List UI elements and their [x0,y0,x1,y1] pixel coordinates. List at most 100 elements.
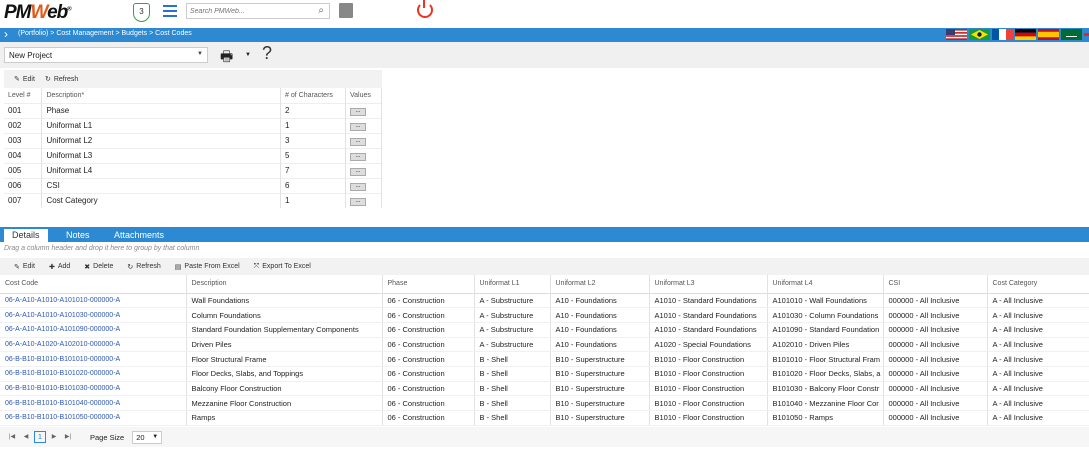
values-button[interactable]: ... [349,198,366,207]
breadcrumb[interactable]: (Portfolio) > Cost Management > Budgets … [18,30,192,37]
level-char-count[interactable]: 7 [280,162,346,178]
refresh-button[interactable]: ↻ Refresh [45,74,78,84]
germany-flag-icon[interactable] [1015,29,1036,40]
level-number[interactable]: 005 [4,162,43,178]
us-flag-icon[interactable] [946,29,967,40]
level-row[interactable]: 005 Uniformat L4 7... [4,162,383,178]
cost-code-link[interactable]: 06-B-B10-B1010-B101010-000000-A [0,351,187,367]
refresh-button[interactable]: ↻ Refresh [127,261,160,272]
level-char-count[interactable]: 1 [280,117,346,133]
group-by-hint[interactable]: Drag a column header and drop it here to… [4,245,199,252]
chevron-down-icon[interactable]: ▼ [245,52,251,58]
menu-icon[interactable] [163,5,177,20]
column-header[interactable]: Uniformat L1 [474,275,551,294]
printer-icon[interactable]: 🖶 [220,46,233,70]
column-header[interactable]: # of Characters [280,88,346,103]
power-icon[interactable] [417,0,433,18]
column-header[interactable]: Values [345,88,383,103]
help-icon[interactable]: ? [262,43,272,64]
brazil-flag-icon[interactable] [969,29,990,40]
first-page-icon[interactable]: |◀ [6,431,18,443]
table-row[interactable]: 06-A-A10-A1010-A101010-000000-A Wall Foun… [0,293,1089,309]
level-char-count[interactable]: 6 [280,177,346,193]
level-char-count[interactable]: 5 [280,147,346,163]
project-select[interactable]: New Project ▼ [4,47,208,63]
table-row[interactable]: 06-B-B10-B1010-B101030-000000-A Balcony F… [0,381,1089,397]
tab-details[interactable]: Details [4,229,48,242]
level-row[interactable]: 002 Uniformat L1 1... [4,117,383,133]
column-header[interactable]: Description [186,275,383,294]
column-header[interactable]: Uniformat L4 [767,275,884,294]
values-button[interactable]: ... [349,168,366,176]
level-row[interactable]: 004 Uniformat L3 5... [4,147,383,163]
level-description[interactable]: Uniformat L4 [41,162,282,178]
level-row[interactable]: 006 CSI 6... [4,177,383,193]
cost-code-link[interactable]: 06-B-B10-B1010-B101020-000000-A [0,366,187,382]
values-button[interactable]: ... [349,138,366,146]
add-button[interactable]: ✚ Add [49,261,70,272]
table-row[interactable]: 06-A-A10-A1020-A102010-000000-A Driven Pi… [0,337,1089,353]
level-number[interactable]: 002 [4,117,43,133]
edit-button[interactable]: ✎ Edit [14,74,35,84]
column-header[interactable]: Uniformat L2 [550,275,650,294]
video-icon[interactable] [339,3,353,18]
prev-page-icon[interactable]: ◀ [20,431,32,443]
values-button[interactable]: ... [349,108,366,116]
column-header[interactable]: Cost Category [987,275,1089,294]
saudi-flag-icon[interactable] [1061,29,1082,40]
level-description[interactable]: Uniformat L3 [41,147,282,163]
level-number[interactable]: 001 [4,102,43,118]
tab-attachments[interactable]: Attachments [106,229,172,242]
level-number[interactable]: 003 [4,132,43,148]
level-row[interactable]: 003 Uniformat L2 3... [4,132,383,148]
france-flag-icon[interactable] [992,29,1013,40]
table-row[interactable]: 06-A-A10-A1010-A101030-000000-A Column Fo… [0,307,1089,323]
edit-button[interactable]: ✎ Edit [14,261,35,272]
pmweb-logo[interactable]: PMWeb® [4,2,72,24]
export-to-excel-button[interactable]: ⤧ Export To Excel [254,261,311,272]
cost-code-link[interactable]: 06-A-A10-A1010-A101090-000000-A [0,322,187,338]
level-char-count[interactable]: 2 [280,102,346,118]
cost-code-link[interactable]: 06-B-B10-B1010-B101030-000000-A [0,381,187,397]
values-button[interactable]: ... [349,153,366,161]
cost-code-link[interactable]: 06-A-A10-A1010-A101010-000000-A [0,293,187,309]
cost-code-link[interactable]: 06-B-B10-B1010-B101050-000000-A [0,410,187,426]
level-description[interactable]: Uniformat L1 [41,117,282,133]
chevron-right-icon[interactable]: › [4,27,8,41]
page-number[interactable]: 1 [34,431,46,443]
spain-flag-icon[interactable] [1038,29,1059,40]
delete-button[interactable]: ✖ Delete [84,261,113,272]
search-icon[interactable]: ⌕ [318,5,324,16]
column-header[interactable]: Description* [41,88,282,103]
level-description[interactable]: Cost Category [41,192,282,208]
table-row[interactable]: 06-A-A10-A1010-A101090-000000-A Standard … [0,322,1089,338]
column-header[interactable]: Level # [4,88,43,103]
level-char-count[interactable]: 1 [280,192,346,208]
level-number[interactable]: 004 [4,147,43,163]
page-size-select[interactable]: 20 ▼ [132,430,163,444]
notifications-badge[interactable]: 3 [133,3,150,22]
table-row[interactable]: 06-B-B10-B1010-B101050-000000-A Ramps 06 -… [0,410,1089,426]
level-row[interactable]: 007 Cost Category 1... [4,192,383,208]
cost-code-link[interactable]: 06-A-A10-A1010-A101030-000000-A [0,307,187,323]
column-header[interactable]: Phase [382,275,475,294]
level-description[interactable]: Phase [41,102,282,118]
values-button[interactable]: ... [349,183,366,191]
next-page-icon[interactable]: ▶ [48,431,60,443]
values-button[interactable]: ... [349,123,366,131]
table-row[interactable]: 06-B-B10-B1010-B101040-000000-A Mezzanine… [0,395,1089,411]
table-row[interactable]: 06-B-B10-B1010-B101010-000000-A Floor Str… [0,351,1089,367]
level-number[interactable]: 006 [4,177,43,193]
partial-flag-icon[interactable] [1084,29,1089,40]
table-row[interactable]: 06-B-B10-B1010-B101020-000000-A Floor Dec… [0,366,1089,382]
paste-from-excel-button[interactable]: ▤ Paste From Excel [175,261,240,272]
level-number[interactable]: 007 [4,192,43,208]
column-header[interactable]: Cost Code [0,275,187,294]
cost-code-link[interactable]: 06-B-B10-B1010-B101040-000000-A [0,395,187,411]
level-row[interactable]: 001 Phase 2... [4,102,383,118]
level-char-count[interactable]: 3 [280,132,346,148]
last-page-icon[interactable]: ▶| [62,431,74,443]
search-input[interactable] [187,4,307,18]
level-description[interactable]: CSI [41,177,282,193]
level-description[interactable]: Uniformat L2 [41,132,282,148]
